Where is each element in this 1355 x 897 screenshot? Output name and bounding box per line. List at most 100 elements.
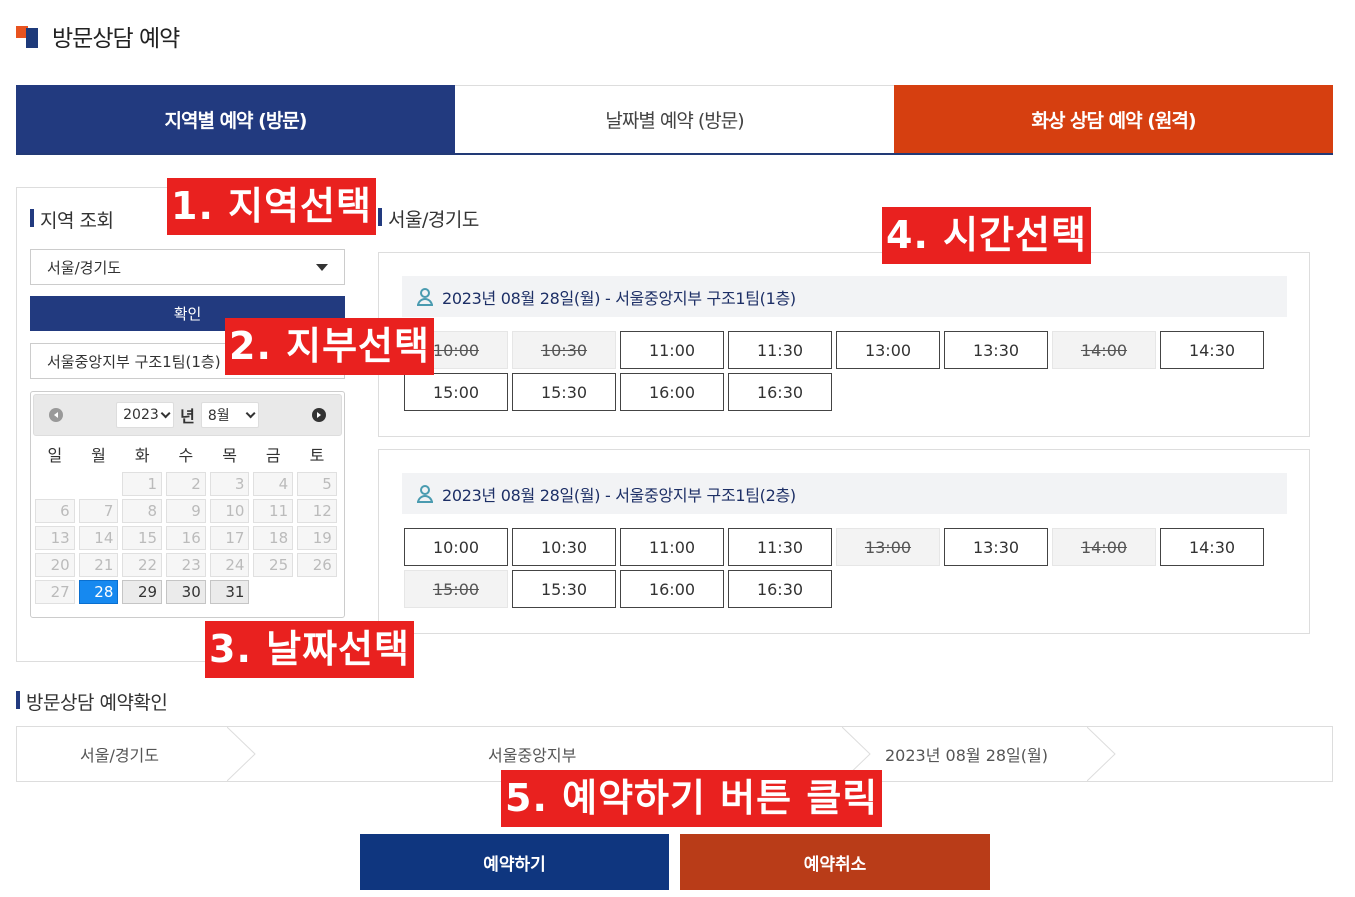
slot-box-title: 2023년 08월 28일(월) - 서울중앙지부 구조1팀(1층)	[442, 288, 796, 308]
time-slot[interactable]: 16:00	[620, 373, 724, 411]
calendar-day: 2	[166, 472, 206, 496]
person-icon	[416, 484, 434, 503]
time-slot[interactable]: 16:30	[728, 570, 832, 608]
time-slot[interactable]: 11:00	[620, 528, 724, 566]
page-title: 방문상담 예약	[52, 26, 180, 52]
weekday-label: 금	[265, 446, 281, 465]
calendar-day[interactable]: 28	[78, 580, 119, 604]
calendar-day[interactable]: 30	[166, 580, 206, 604]
calendar-day: 1	[122, 472, 163, 496]
tab-region[interactable]: 지역별 예약 (방문)	[16, 85, 455, 153]
confirm-section-label: 방문상담 예약확인	[16, 688, 168, 715]
calendar-day: 19	[297, 526, 337, 550]
region-panel: 지역 조회 서울/경기도 확인 서울중앙지부 구조1팀(1층) 2023 년 8…	[16, 187, 358, 662]
annotation-step2: 2. 지부선택	[225, 318, 434, 375]
title-square-icon	[16, 24, 40, 48]
next-month-icon[interactable]	[312, 408, 326, 422]
summary-date: 2023년 08월 28일(월)	[885, 746, 1048, 765]
time-slot[interactable]: 10:00	[404, 528, 508, 566]
page-header: 방문상담 예약	[16, 22, 180, 52]
tab-date[interactable]: 날짜별 예약 (방문)	[455, 85, 894, 153]
weekday-label: 목	[222, 446, 237, 465]
slot-box-header: 2023년 08월 28일(월) - 서울중앙지부 구조1팀(1층)	[402, 276, 1287, 317]
time-slot[interactable]: 11:30	[728, 528, 832, 566]
time-slot[interactable]: 10:30	[512, 528, 616, 566]
annotation-step4: 4. 시간선택	[882, 207, 1091, 264]
calendar-day: 15	[122, 526, 163, 550]
calendar-day: 8	[122, 499, 163, 523]
weekday-row: 일 월 화 수 목 금 토	[33, 442, 342, 466]
annotation-step3: 3. 날짜선택	[205, 621, 414, 678]
calendar-header: 2023 년 8월	[33, 394, 342, 436]
year-select[interactable]: 2023	[116, 402, 175, 428]
time-slot[interactable]: 13:30	[944, 331, 1048, 369]
calendar-day: 3	[209, 472, 250, 496]
time-slot[interactable]: 14:30	[1160, 331, 1264, 369]
calendar-day: 27	[35, 580, 75, 604]
time-slot[interactable]: 13:30	[944, 528, 1048, 566]
chevron-right-icon	[1087, 727, 1116, 781]
summary-region: 서울/경기도	[80, 746, 159, 765]
slot-box-header: 2023년 08월 28일(월) - 서울중앙지부 구조1팀(2층)	[402, 473, 1287, 514]
time-slot[interactable]: 15:30	[512, 373, 616, 411]
time-slot[interactable]: 13:00	[836, 331, 940, 369]
time-slot: 14:00	[1052, 331, 1156, 369]
tab-video[interactable]: 화상 상담 예약 (원격)	[894, 85, 1333, 153]
time-section-label: 서울/경기도	[378, 205, 479, 232]
annotation-step1: 1. 지역선택	[167, 178, 376, 235]
prev-month-icon[interactable]	[49, 408, 63, 422]
calendar-day: 23	[166, 553, 206, 577]
calendar-day: 7	[78, 499, 119, 523]
calendar-day: 26	[297, 553, 337, 577]
weekday-label: 일	[47, 446, 63, 465]
time-slot[interactable]: 11:00	[620, 331, 724, 369]
calendar-day: 10	[209, 499, 250, 523]
annotation-step5: 5. 예약하기 버튼 클릭	[501, 770, 883, 827]
slot-box-floor1: 2023년 08월 28일(월) - 서울중앙지부 구조1팀(1층) 10:00…	[378, 252, 1310, 437]
calendar-day: 12	[297, 499, 337, 523]
calendar-day: 4	[253, 472, 294, 496]
time-slots: 10:00 10:30 11:00 11:30 13:00 13:30 14:00 14:30…	[404, 528, 1284, 608]
time-slot: 10:30	[512, 331, 616, 369]
year-suffix: 년	[180, 407, 195, 426]
time-slot: 15:00	[404, 570, 508, 608]
time-slot[interactable]: 15:00	[404, 373, 508, 411]
calendar-day: 9	[166, 499, 206, 523]
reservation-tabs: 지역별 예약 (방문) 날짜별 예약 (방문) 화상 상담 예약 (원격)	[16, 85, 1333, 155]
calendar-day: 16	[166, 526, 206, 550]
person-icon	[416, 287, 434, 306]
region-section-label: 지역 조회	[30, 206, 114, 233]
weekday-label: 화	[134, 446, 150, 465]
time-panel: 서울/경기도 2023년 08월 28일(월) - 서울중앙지부 구조1팀(1층…	[358, 187, 1333, 662]
calendar-day: 22	[122, 553, 163, 577]
time-slot[interactable]: 14:30	[1160, 528, 1264, 566]
calendar-day: 6	[35, 499, 75, 523]
calendar-day: 25	[253, 553, 294, 577]
chevron-down-icon	[160, 407, 171, 418]
date-calendar: 2023 년 8월 일 월 화 수 목 금 토 1 2 3 4 5 6 7 8 9 10 11 12 1…	[30, 391, 345, 618]
time-slot[interactable]: 11:30	[728, 331, 832, 369]
calendar-day: 17	[209, 526, 250, 550]
time-slot[interactable]: 15:30	[512, 570, 616, 608]
calendar-day: 11	[253, 499, 294, 523]
chevron-down-icon	[245, 407, 256, 418]
calendar-day: 20	[35, 553, 75, 577]
region-select[interactable]: 서울/경기도	[30, 249, 345, 285]
branch-select-value: 서울중앙지부 구조1팀(1층)	[47, 352, 221, 371]
month-select[interactable]: 8월	[200, 402, 259, 428]
caret-down-icon	[316, 263, 328, 271]
time-slot[interactable]: 16:30	[728, 373, 832, 411]
reserve-button[interactable]: 예약하기	[360, 834, 669, 890]
cancel-button[interactable]: 예약취소	[680, 834, 990, 890]
calendar-day: 13	[35, 526, 75, 550]
slot-box-floor2: 2023년 08월 28일(월) - 서울중앙지부 구조1팀(2층) 10:00…	[378, 449, 1310, 634]
calendar-day[interactable]: 31	[209, 580, 250, 604]
time-slot: 14:00	[1052, 528, 1156, 566]
calendar-day: 24	[209, 553, 250, 577]
time-slot[interactable]: 16:00	[620, 570, 724, 608]
calendar-days: 1 2 3 4 5 6 7 8 9 10 11 12 13 14 15 16 17 18 19 20 21 22 23 24 2…	[33, 472, 342, 604]
calendar-day[interactable]: 29	[122, 580, 163, 604]
slot-box-title: 2023년 08월 28일(월) - 서울중앙지부 구조1팀(2층)	[442, 485, 796, 505]
calendar-day: 14	[78, 526, 119, 550]
time-slots: 10:00 10:30 11:00 11:30 13:00 13:30 14:00 14:30…	[404, 331, 1284, 411]
